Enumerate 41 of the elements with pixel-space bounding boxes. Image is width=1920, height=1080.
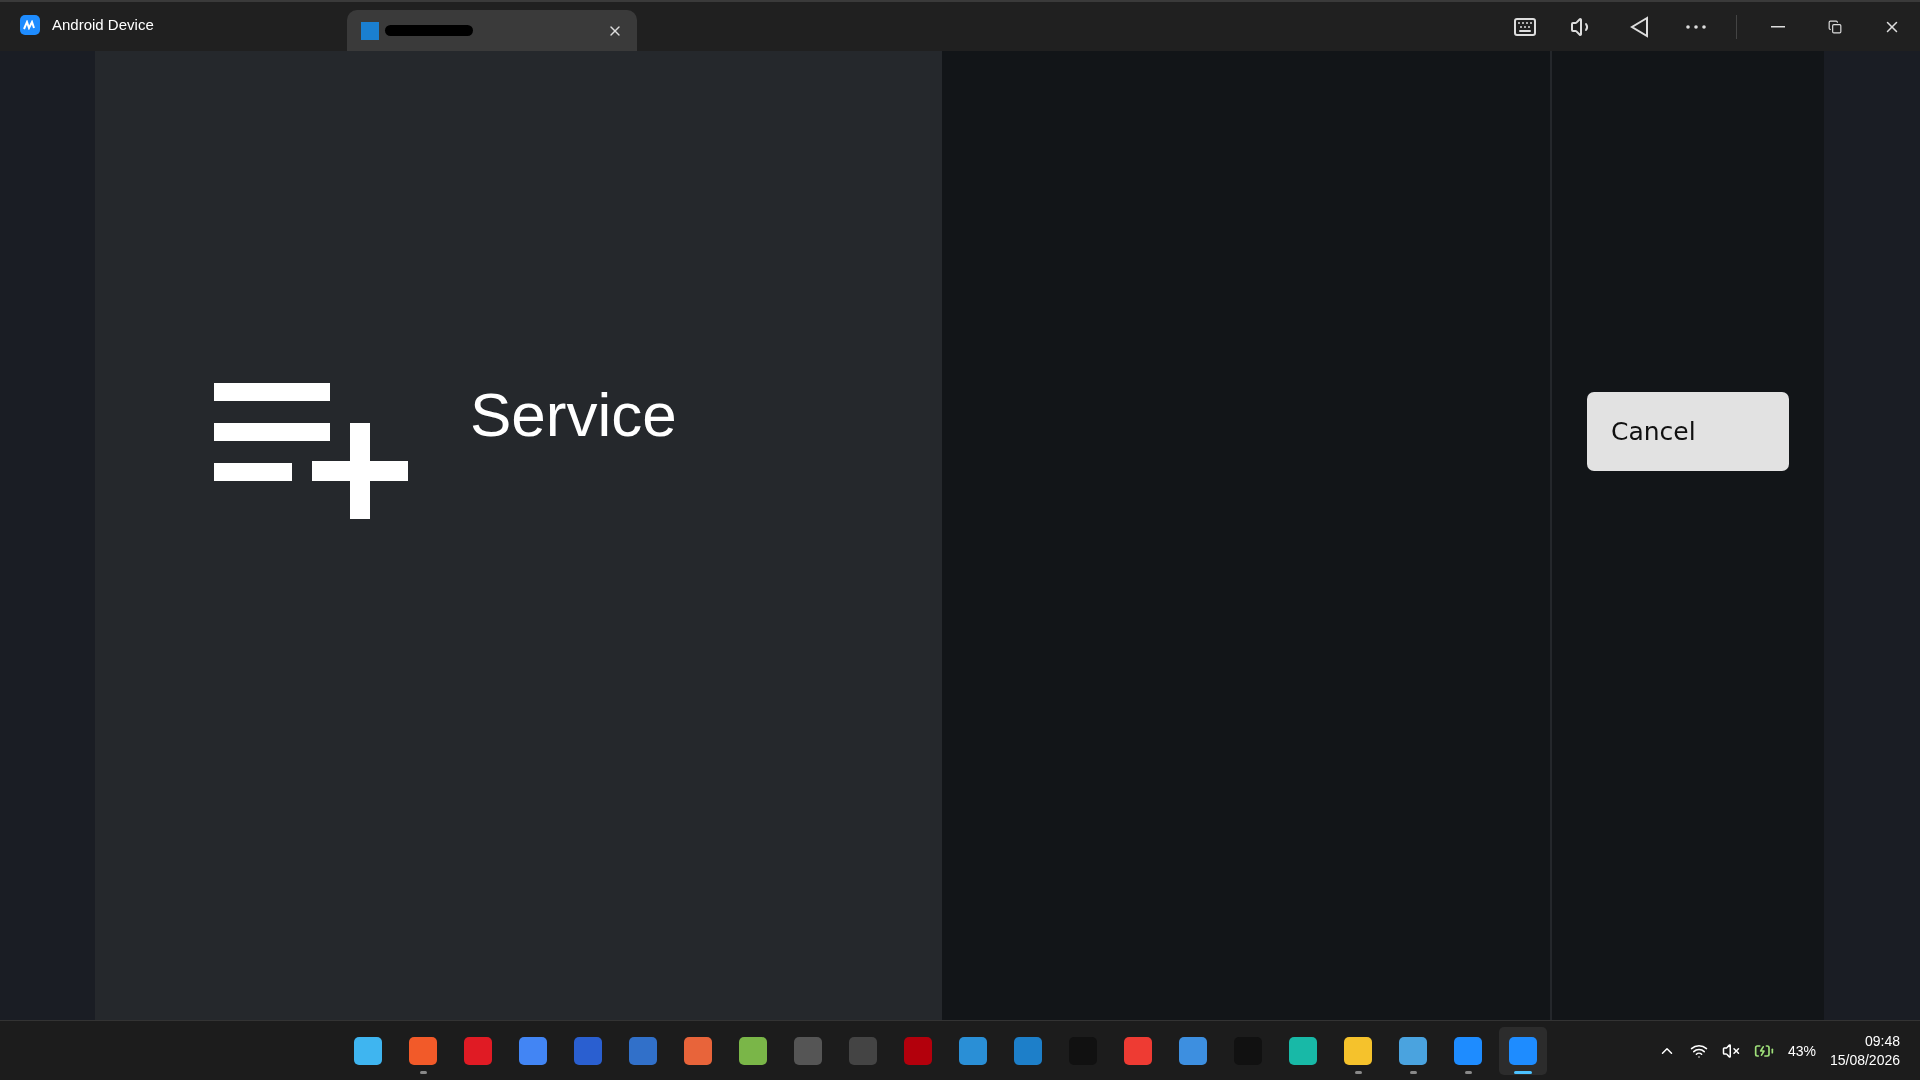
running-indicator — [419, 1070, 427, 1074]
app-icon — [904, 1036, 932, 1065]
back-triangle-icon — [1628, 15, 1649, 38]
app-icon — [464, 1036, 492, 1065]
browser-tab[interactable] — [347, 10, 637, 51]
app-icon — [354, 1036, 382, 1065]
playlist-add-icon — [214, 383, 408, 519]
app-icon — [629, 1036, 657, 1065]
clock-time: 09:48 — [1864, 1033, 1900, 1049]
running-indicator — [1514, 1070, 1532, 1074]
running-indicator — [1464, 1070, 1472, 1074]
app-icon — [794, 1036, 822, 1065]
tv-icon — [361, 21, 379, 40]
taskbar-app-button[interactable] — [1499, 1026, 1547, 1075]
menu-item-label[interactable]: Service — [470, 379, 677, 450]
app-icon — [1344, 1036, 1372, 1065]
window-title: Android Device — [0, 2, 305, 47]
app-icon — [519, 1036, 547, 1065]
clock-date: 15/08/2026 — [1829, 1052, 1900, 1068]
app-icon — [1014, 1036, 1042, 1065]
app-icon — [684, 1036, 712, 1065]
minimize-icon — [1770, 25, 1785, 28]
running-indicator — [1354, 1070, 1362, 1074]
app-icon — [1454, 1036, 1482, 1065]
app-logo-icon — [20, 14, 40, 35]
running-indicator — [1409, 1070, 1417, 1074]
app-icon — [1124, 1036, 1152, 1065]
app-icon — [959, 1036, 987, 1065]
app-icon — [1509, 1036, 1537, 1065]
app-icon — [1179, 1036, 1207, 1065]
app-icon — [409, 1036, 437, 1065]
cancel-button[interactable]: Cancel — [1587, 392, 1789, 471]
app-icon — [739, 1036, 767, 1065]
app-icon — [574, 1036, 602, 1065]
app-icon — [1399, 1036, 1427, 1065]
restore-icon — [1827, 19, 1842, 34]
battery-percentage: 43% — [1787, 1042, 1816, 1059]
app-icon — [849, 1036, 877, 1065]
app-icon — [1289, 1036, 1317, 1065]
muted-speaker-icon[interactable] — [1721, 1041, 1740, 1060]
more-icon — [1685, 24, 1706, 29]
